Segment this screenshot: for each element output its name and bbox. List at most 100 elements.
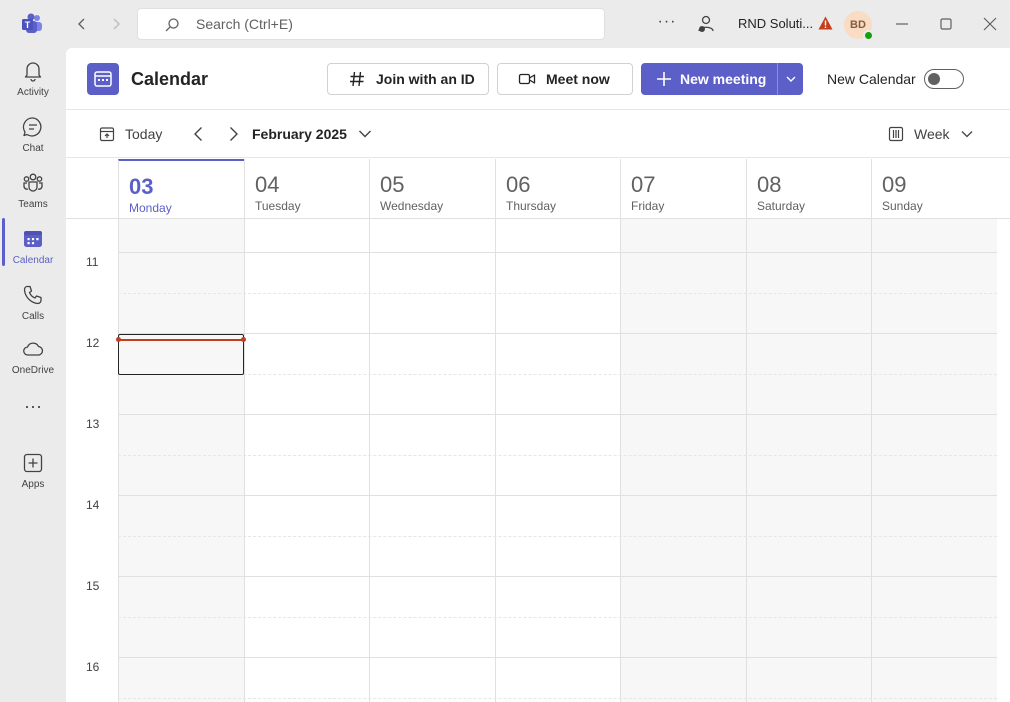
- new-meeting-label: New meeting: [680, 71, 767, 87]
- month-picker-label[interactable]: February 2025: [252, 126, 347, 142]
- hour-line: [118, 252, 997, 253]
- maximize-icon[interactable]: [936, 14, 956, 34]
- rail-label: Calendar: [12, 255, 54, 266]
- avatar[interactable]: BD: [844, 11, 874, 41]
- rail-item-calls[interactable]: Calls: [0, 276, 66, 328]
- day-header-friday[interactable]: 07 Friday: [620, 159, 746, 218]
- rail-item-activity[interactable]: Activity: [0, 52, 66, 104]
- avatar-initials: BD: [850, 19, 866, 31]
- rail-label: Apps: [21, 479, 45, 490]
- new-meeting-button[interactable]: New meeting: [641, 63, 777, 95]
- meet-now-label: Meet now: [546, 71, 610, 87]
- day-column[interactable]: [369, 219, 495, 702]
- day-header-saturday[interactable]: 08 Saturday: [746, 159, 872, 218]
- minimize-icon[interactable]: [892, 14, 912, 34]
- join-with-id-label: Join with an ID: [376, 71, 475, 87]
- current-time-indicator: [116, 337, 246, 342]
- day-name: Wednesday: [380, 199, 444, 213]
- calendar-today-icon: [99, 127, 115, 142]
- day-number: 03: [129, 174, 154, 199]
- week-day-header: 03 Monday 04 Tuesday 05 Wednesday 06 Thu…: [66, 159, 1010, 219]
- rail-item-teams[interactable]: Teams: [0, 164, 66, 216]
- half-hour-line: [118, 617, 997, 618]
- week-view-icon: [888, 126, 904, 142]
- new-meeting-button-group: New meeting: [641, 63, 803, 95]
- rail-label: OneDrive: [11, 365, 55, 376]
- day-number: 06: [506, 172, 531, 197]
- cloud-icon: [23, 342, 44, 356]
- hour-line: [118, 576, 997, 577]
- day-column[interactable]: [495, 219, 620, 702]
- plus-icon: [657, 72, 671, 86]
- presence-available-icon: [863, 30, 874, 41]
- calendar-toolbar: Today February 2025 Week: [66, 110, 1010, 158]
- previous-week-icon[interactable]: [189, 124, 209, 144]
- rail-label: Calls: [21, 311, 45, 322]
- search-input[interactable]: [196, 9, 576, 39]
- warning-icon[interactable]: [818, 16, 833, 30]
- day-name: Saturday: [757, 199, 806, 213]
- rail-item-apps[interactable]: Apps: [0, 444, 66, 496]
- search-box[interactable]: [137, 8, 605, 40]
- day-number: 09: [882, 172, 907, 197]
- org-name[interactable]: RND Soluti...: [738, 16, 813, 31]
- rail-label: Chat: [22, 143, 44, 154]
- meet-now-button[interactable]: Meet now: [497, 63, 633, 95]
- half-hour-line: [118, 293, 997, 294]
- hour-label: 11: [86, 255, 99, 269]
- back-arrow-icon[interactable]: [72, 14, 92, 34]
- hour-line: [118, 414, 997, 415]
- next-week-icon[interactable]: [223, 124, 243, 144]
- hour-label: 15: [86, 579, 100, 593]
- chevron-down-icon: [961, 131, 973, 138]
- calendar-icon: [24, 231, 42, 247]
- week-time-grid[interactable]: 11 12 13 14 15 16: [66, 219, 1010, 702]
- day-column[interactable]: [118, 219, 244, 702]
- search-icon: [165, 18, 179, 32]
- day-column[interactable]: [244, 219, 369, 702]
- view-label: Week: [914, 126, 950, 142]
- day-column[interactable]: [620, 219, 746, 702]
- new-calendar-toggle[interactable]: [924, 69, 964, 89]
- add-app-icon: [23, 453, 43, 473]
- today-label: Today: [125, 126, 163, 142]
- toggle-knob: [928, 73, 940, 85]
- day-column[interactable]: [746, 219, 871, 702]
- app-rail: Activity Chat Teams Calendar Calls OneDr…: [0, 48, 66, 702]
- chevron-down-icon: [786, 76, 795, 82]
- teams-logo-icon[interactable]: T: [20, 12, 44, 36]
- day-header-thursday[interactable]: 06 Thursday: [495, 159, 621, 218]
- more-apps-icon[interactable]: ···: [22, 397, 44, 418]
- join-with-id-button[interactable]: Join with an ID: [327, 63, 489, 95]
- rail-label: Activity: [17, 87, 49, 98]
- day-number: 08: [757, 172, 782, 197]
- person-status-icon[interactable]: [696, 14, 716, 34]
- rail-item-onedrive[interactable]: OneDrive: [0, 330, 66, 382]
- day-number: 05: [380, 172, 405, 197]
- day-header-sunday[interactable]: 09 Sunday: [871, 159, 997, 218]
- close-icon[interactable]: [980, 14, 1000, 34]
- day-number: 04: [255, 172, 280, 197]
- day-header-monday[interactable]: 03 Monday: [118, 159, 244, 218]
- hour-label: 16: [86, 660, 100, 674]
- day-header-tuesday[interactable]: 04 Tuesday: [244, 159, 370, 218]
- rail-item-chat[interactable]: Chat: [0, 108, 66, 160]
- half-hour-line: [118, 698, 997, 699]
- today-button[interactable]: Today: [99, 124, 162, 144]
- forward-arrow-icon[interactable]: [106, 14, 126, 34]
- rail-item-calendar[interactable]: Calendar: [0, 220, 66, 272]
- day-number: 07: [631, 172, 656, 197]
- new-meeting-dropdown-button[interactable]: [777, 63, 803, 95]
- svg-text:T: T: [25, 20, 31, 30]
- view-switcher-button[interactable]: Week: [888, 124, 974, 144]
- calendar-app-icon: [87, 63, 119, 95]
- chat-icon: [22, 117, 42, 137]
- day-name: Friday: [631, 199, 665, 213]
- hour-line: [118, 495, 997, 496]
- day-header-wednesday[interactable]: 05 Wednesday: [369, 159, 495, 218]
- day-column[interactable]: [871, 219, 997, 702]
- day-name: Thursday: [506, 199, 557, 213]
- more-options-icon[interactable]: ···: [657, 14, 677, 34]
- current-time-dot: [241, 337, 246, 342]
- chevron-down-icon[interactable]: [357, 126, 373, 142]
